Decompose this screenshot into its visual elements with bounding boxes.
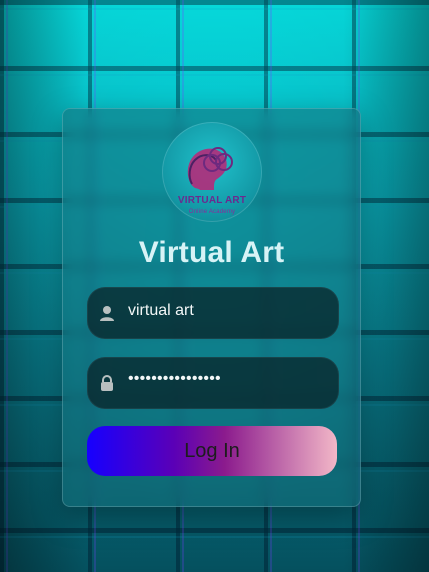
brand-logo-tagline: Online Academy — [188, 209, 236, 215]
password-value: •••••••••••••••• — [128, 370, 221, 387]
brand-logo-icon — [187, 147, 233, 190]
password-field[interactable]: •••••••••••••••• — [87, 357, 339, 409]
lock-icon — [98, 374, 116, 392]
login-title: Virtual Art — [138, 236, 285, 269]
username-field[interactable]: virtual art — [87, 287, 339, 339]
login-button[interactable]: Log In — [87, 426, 337, 476]
user-icon — [98, 304, 116, 322]
username-value: virtual art — [128, 302, 194, 319]
brand-logo-name: VIRTUAL ART — [177, 195, 247, 206]
brand-logo: VIRTUAL ART Online Academy — [162, 122, 262, 222]
login-card: VIRTUAL ART Online Academy Virtual Art v… — [62, 108, 361, 507]
